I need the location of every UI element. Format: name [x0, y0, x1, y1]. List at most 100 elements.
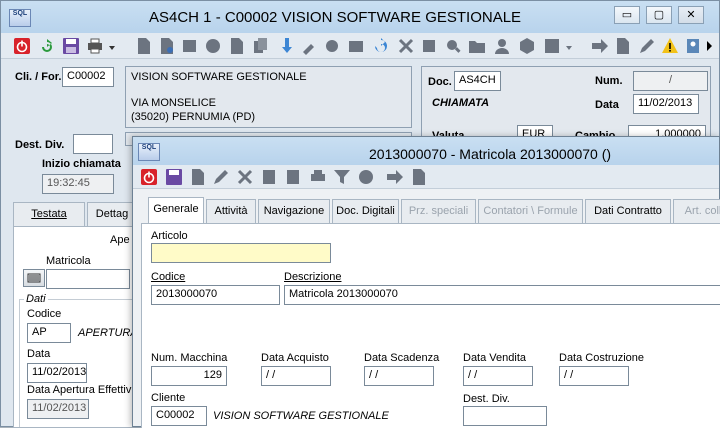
gear-icon[interactable]	[326, 40, 338, 52]
maximize-button[interactable]: ▢	[646, 6, 672, 24]
left-panel: Ape Matricola Dati Codice AP APERTURA Da…	[13, 226, 144, 428]
num-field[interactable]: /	[633, 71, 708, 91]
dialog-tab[interactable]: Dati Contratto	[585, 199, 671, 223]
dialog-tab-label: Attività	[214, 205, 248, 217]
delete-icon[interactable]	[398, 38, 414, 54]
magnify-icon[interactable]	[447, 40, 461, 53]
apertura-label: Ape	[110, 234, 130, 246]
main-toolbar	[1, 33, 719, 59]
doc-label: Doc.	[428, 76, 452, 88]
inizio-chiamata-label: Inizio chiamata	[42, 158, 121, 170]
tools-icon[interactable]	[303, 44, 314, 55]
download-icon[interactable]	[282, 38, 292, 53]
copy-icon[interactable]	[254, 38, 267, 53]
dialog-circle-icon[interactable]	[359, 170, 373, 184]
dialog-page-icon[interactable]	[413, 169, 425, 185]
articolo-field[interactable]	[151, 243, 331, 263]
main-title-bar: SQL AS4CH 1 - C00002 VISION SOFTWARE GES…	[1, 1, 719, 33]
descrizione-field[interactable]: Matricola 2013000070	[284, 285, 720, 305]
new-document-icon[interactable]	[138, 38, 150, 54]
address-box: VISION SOFTWARE GESTIONALE VIA MONSELICE…	[125, 66, 412, 128]
codice-field[interactable]: AP	[27, 323, 71, 343]
dialog-arrow-icon[interactable]	[387, 170, 403, 184]
dialog-window: SQL 2013000070 - Matricola 2013000070 ()…	[132, 136, 720, 428]
box-icon[interactable]	[349, 41, 363, 52]
attach-icon[interactable]	[423, 40, 435, 52]
power-icon[interactable]	[14, 38, 30, 54]
dialog-delete-icon[interactable]	[237, 169, 253, 185]
matricola-field[interactable]	[46, 269, 130, 289]
edit-document-icon[interactable]	[231, 38, 243, 54]
dialog-print-icon[interactable]	[311, 170, 325, 181]
matricola-lookup-button[interactable]	[23, 269, 45, 287]
dialog-filter-icon[interactable]	[334, 170, 350, 184]
doc-field[interactable]: AS4CH	[454, 71, 501, 91]
document-panel: Doc. AS4CH Num. / CHIAMATA Data 11/02/20…	[421, 66, 711, 146]
folder-icon[interactable]	[469, 41, 485, 53]
tab-testata[interactable]: Testata	[13, 202, 85, 226]
print-icon[interactable]	[88, 38, 102, 54]
data-costruzione-field[interactable]: / /	[559, 366, 629, 386]
dialog-tab[interactable]: Navigazione	[258, 199, 330, 223]
data-field[interactable]: 11/02/2013	[633, 94, 699, 114]
dialog-document-icon[interactable]	[263, 170, 275, 184]
codice-field-dialog[interactable]: 2013000070	[151, 285, 280, 305]
tab-testata-label: Testata	[31, 208, 67, 220]
pencil-icon[interactable]	[640, 39, 654, 53]
num-macchina-field[interactable]: 129	[151, 366, 227, 386]
hexagon-icon[interactable]	[520, 38, 534, 54]
data-apertura-label: Data Apertura Effettiv	[27, 384, 132, 396]
dialog-power-icon[interactable]	[141, 169, 157, 185]
dest-div-field[interactable]	[73, 134, 113, 154]
search-document-icon[interactable]	[161, 38, 173, 54]
cli-for-field[interactable]: C00002	[62, 67, 114, 87]
user-icon[interactable]	[495, 39, 509, 54]
data-scadenza-field[interactable]: / /	[364, 366, 434, 386]
dest-div-label-dialog: Dest. Div.	[463, 393, 510, 405]
dialog-title: 2013000070 - Matricola 2013000070 ()	[369, 146, 612, 162]
dialog-tab[interactable]: Generale	[148, 197, 204, 223]
dialog-edit-icon[interactable]	[214, 170, 228, 184]
dialog-tab-strip: Generale Attività Navigazione Doc. Digitali…	[133, 197, 720, 225]
link-icon[interactable]	[206, 39, 220, 53]
data-apertura-field[interactable]: 11/02/2013	[27, 399, 89, 419]
dialog-tab-label: Navigazione	[263, 205, 325, 217]
codice-label: Codice	[27, 308, 62, 320]
dialog-new-icon[interactable]	[192, 169, 204, 185]
save-icon[interactable]	[63, 38, 79, 54]
dialog-save-icon[interactable]	[166, 169, 182, 185]
cliente-field[interactable]: C00002	[151, 406, 207, 426]
warning-icon[interactable]	[662, 38, 678, 53]
dialog-tab-label: Doc. Digitali	[336, 205, 395, 217]
list-icon[interactable]	[183, 40, 196, 52]
refresh-icon[interactable]	[42, 39, 52, 52]
descrizione-label: Descrizione	[284, 271, 342, 283]
arrow-right-icon[interactable]	[592, 39, 608, 53]
dialog-tab-label: Contatori \ Formule	[483, 205, 578, 217]
dialog-copy-icon[interactable]	[287, 170, 299, 184]
inizio-chiamata-field[interactable]: 19:32:45	[42, 174, 114, 194]
undo-icon[interactable]	[375, 38, 387, 52]
data-field-left[interactable]: 11/02/2013	[27, 363, 87, 383]
close-button[interactable]: ✕	[678, 6, 704, 24]
minimize-button[interactable]: ▭	[614, 6, 640, 24]
tab-dettaglio[interactable]: Dettag	[87, 202, 137, 226]
app-logo-icon: SQL	[9, 9, 31, 27]
cli-for-label: Cli. / For.	[15, 71, 62, 83]
contacts-icon[interactable]	[687, 39, 699, 53]
address-line-3: (35020) PERNUMIA (PD)	[131, 111, 256, 123]
page-icon[interactable]	[617, 38, 629, 54]
data-acquisto-field[interactable]: / /	[261, 366, 331, 386]
dest-div-field-dialog[interactable]	[463, 406, 547, 426]
data-vendita-field[interactable]: / /	[463, 366, 533, 386]
print-dropdown-icon[interactable]	[109, 46, 115, 50]
dialog-tab[interactable]: Attività	[206, 199, 256, 223]
barcode-icon	[27, 273, 41, 283]
codice-description: APERTURA	[78, 327, 138, 339]
matricola-label: Matricola	[46, 255, 91, 267]
more-dropdown-icon[interactable]	[566, 46, 572, 50]
dialog-tab[interactable]: Doc. Digitali	[332, 199, 399, 223]
tag-icon[interactable]	[545, 39, 559, 53]
toolbar-overflow-icon[interactable]	[707, 41, 712, 51]
dialog-logo-icon: SQL	[138, 143, 160, 161]
